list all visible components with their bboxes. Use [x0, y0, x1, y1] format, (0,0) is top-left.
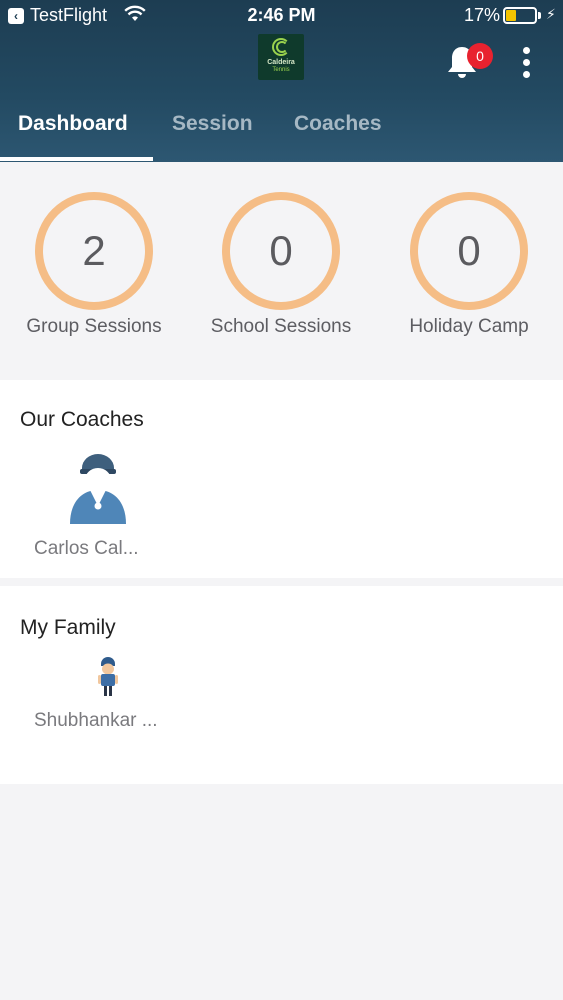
kebab-dot — [522, 47, 530, 54]
session-stats: 2 Group Sessions 0 School Sessions 0 Hol… — [0, 162, 563, 380]
family-member-item[interactable]: Shubhankar ... — [20, 656, 190, 746]
tab-dashboard[interactable]: Dashboard — [18, 112, 128, 136]
kebab-dot — [522, 71, 530, 78]
app-header: ‹ TestFlight 2:46 PM 17% ⚡ Caldeira Tenn… — [0, 0, 563, 162]
stat-ring: 0 — [410, 192, 528, 310]
charging-bolt-icon: ⚡ — [546, 6, 556, 22]
coach-item[interactable]: Carlos Cal... — [20, 450, 180, 566]
child-avatar-icon — [98, 657, 118, 696]
status-bar: ‹ TestFlight 2:46 PM 17% ⚡ — [0, 0, 563, 32]
coaches-title: Our Coaches — [20, 408, 144, 431]
stat-label: Holiday Camp — [409, 316, 529, 337]
stat-school-sessions[interactable]: 0 School Sessions — [201, 192, 361, 338]
tab-coaches[interactable]: Coaches — [294, 112, 382, 136]
more-menu-icon[interactable] — [518, 47, 534, 81]
family-card: My Family Shubhankar ... — [0, 586, 563, 784]
app-logo: Caldeira Tennis — [258, 34, 304, 80]
battery-percent: 17% — [464, 5, 501, 25]
tab-bar: Dashboard Session Coaches — [0, 96, 563, 162]
notification-badge[interactable]: 0 — [467, 43, 493, 69]
family-title: My Family — [20, 616, 116, 639]
stat-label: School Sessions — [210, 316, 352, 337]
stat-ring: 2 — [35, 192, 153, 310]
logo-text-line2: Tennis — [272, 67, 290, 73]
battery-level — [506, 10, 516, 21]
logo-mark-inner — [276, 41, 288, 53]
tab-session[interactable]: Session — [172, 112, 253, 136]
stat-group-sessions[interactable]: 2 Group Sessions — [14, 192, 174, 338]
logo-text-line1: Caldeira — [267, 59, 295, 66]
active-tab-indicator — [0, 157, 153, 161]
coaches-card: Our Coaches Carlos Cal... — [0, 380, 563, 578]
battery-icon — [503, 7, 537, 24]
coach-avatar-icon — [70, 454, 126, 524]
stat-ring: 0 — [222, 192, 340, 310]
kebab-dot — [522, 59, 530, 66]
family-member-name: Shubhankar ... — [34, 710, 158, 731]
battery-tip — [538, 12, 541, 19]
coach-name: Carlos Cal... — [34, 538, 139, 559]
stat-holiday-camp[interactable]: 0 Holiday Camp — [389, 192, 549, 338]
stat-label: Group Sessions — [26, 316, 162, 337]
